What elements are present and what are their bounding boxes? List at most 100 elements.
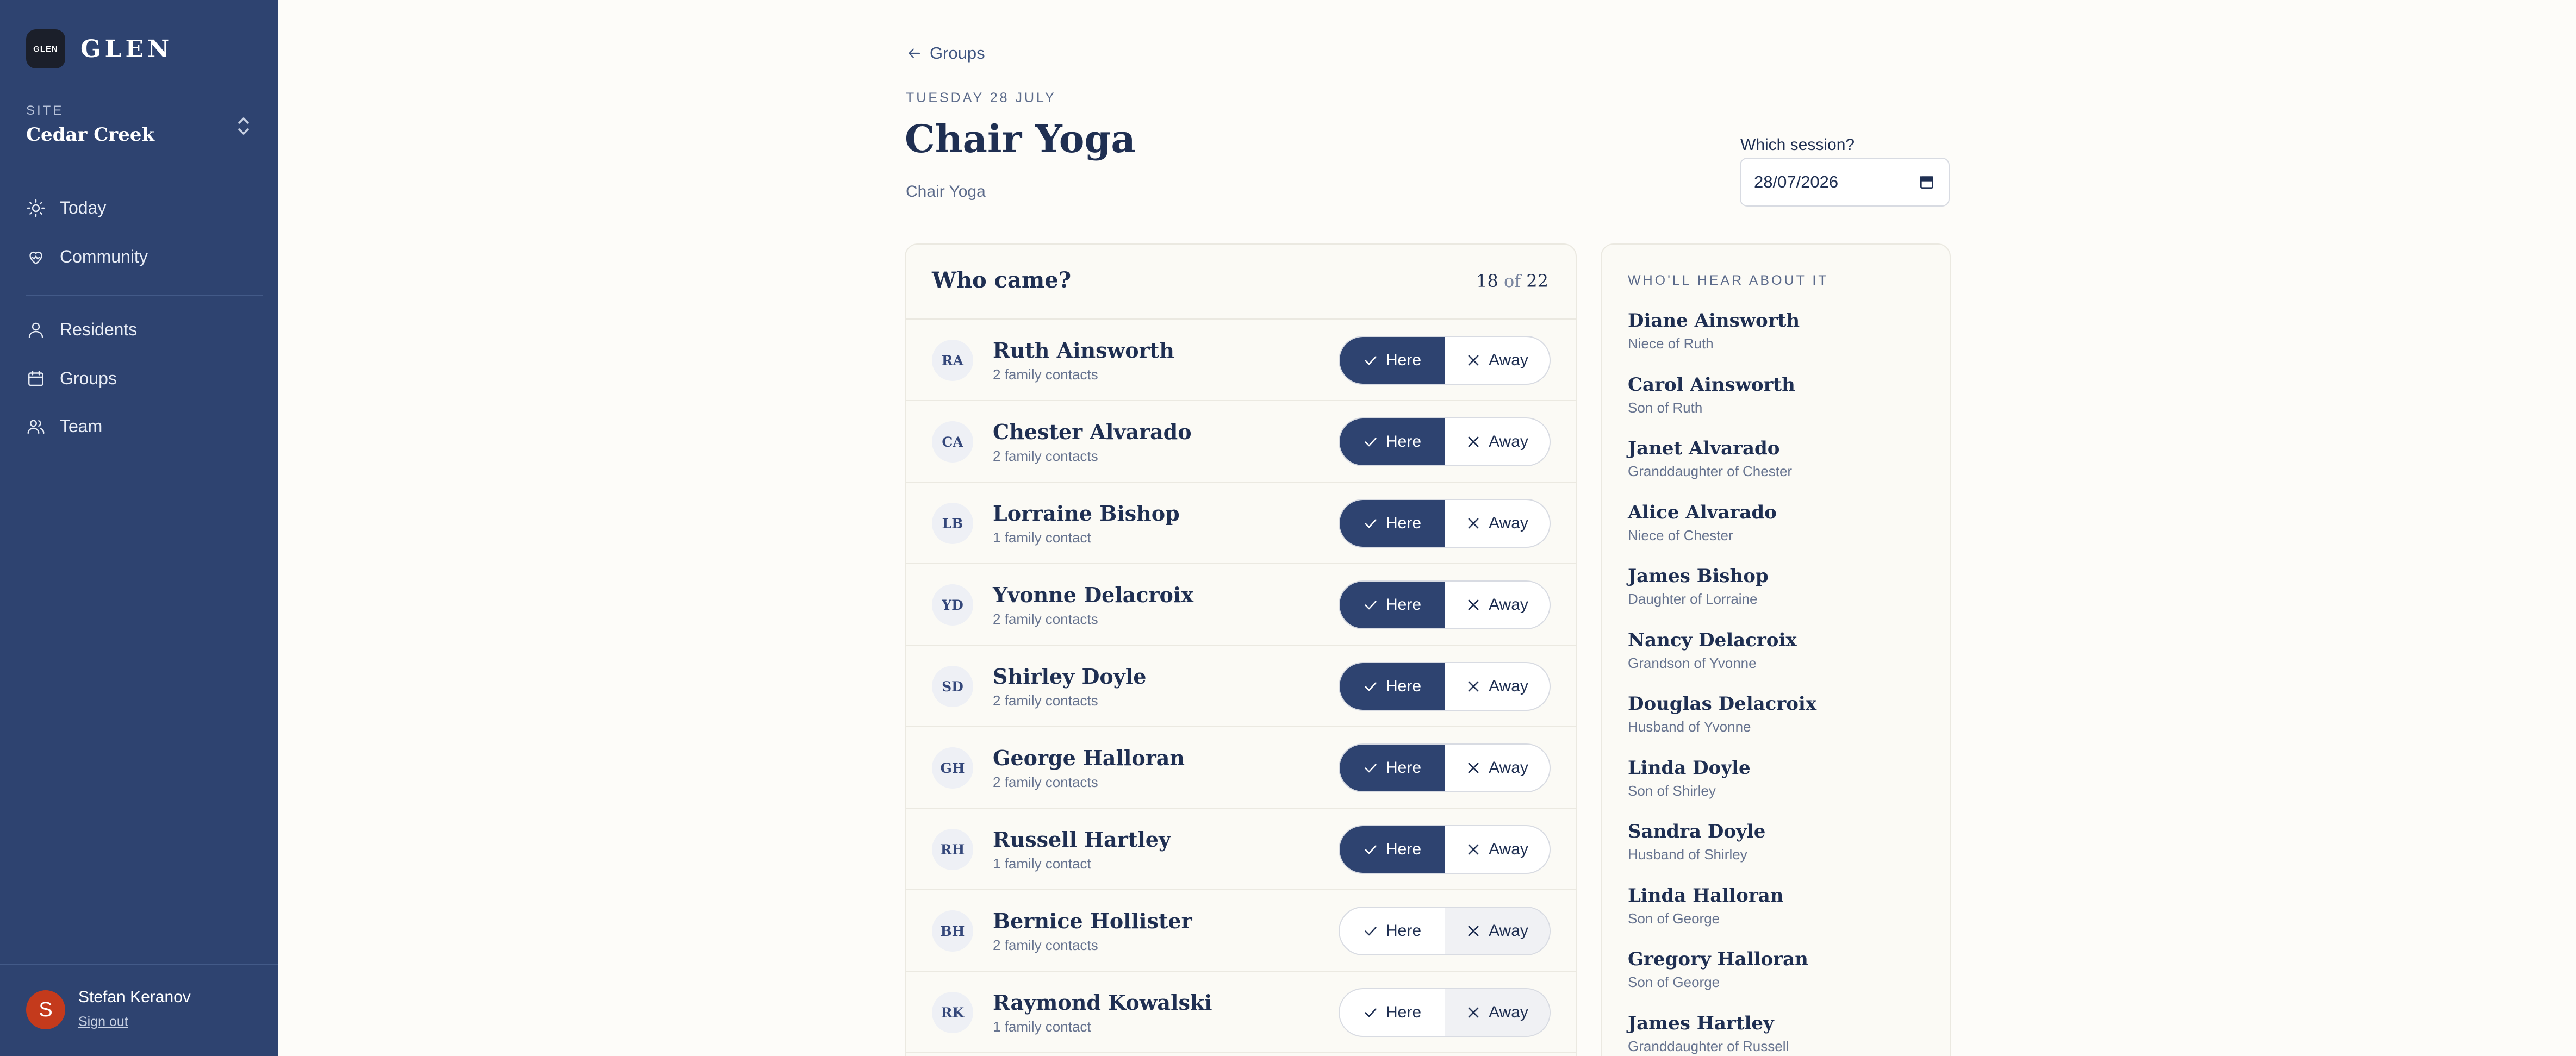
check-icon xyxy=(1365,1008,1377,1017)
sign-out-link[interactable]: Sign out xyxy=(78,1014,128,1030)
brand[interactable]: GLEN GLEN xyxy=(26,29,173,68)
contact-relation: Son of George xyxy=(1628,974,1720,990)
brand-logo: GLEN xyxy=(26,29,65,68)
contact-name: Linda Halloran xyxy=(1628,884,1784,907)
nav-item-residents[interactable]: Residents xyxy=(26,320,137,340)
attendance-total: 22 xyxy=(1526,271,1548,291)
back-link[interactable]: Groups xyxy=(906,43,985,63)
contact-name: Gregory Halloran xyxy=(1628,948,1808,970)
nav-item-today[interactable]: Today xyxy=(26,198,106,218)
here-button[interactable]: Here xyxy=(1340,663,1445,710)
here-button[interactable]: Here xyxy=(1340,908,1445,954)
resident-name[interactable]: Shirley Doyle xyxy=(993,664,1146,689)
away-button[interactable]: Away xyxy=(1445,908,1550,954)
attendance-card: Who came? 18 of 22 RA Ruth Ainsworth 2 fam… xyxy=(905,243,1577,1056)
here-button[interactable]: Here xyxy=(1340,989,1445,1036)
here-label: Here xyxy=(1385,840,1422,858)
away-button[interactable]: Away xyxy=(1445,582,1550,628)
contact-name: James Bishop xyxy=(1628,565,1769,587)
attendance-toggle: Here Away xyxy=(1339,825,1551,874)
user-name: Stefan Keranov xyxy=(78,988,191,1006)
contact-item: Diane Ainsworth Niece of Ruth xyxy=(1628,309,1816,373)
contact-list: Diane Ainsworth Niece of Ruth Carol Ainswo… xyxy=(1628,309,1816,1056)
back-link-label: Groups xyxy=(930,43,985,63)
here-label: Here xyxy=(1385,596,1422,614)
avatar[interactable]: S xyxy=(26,990,65,1029)
away-button[interactable]: Away xyxy=(1445,826,1550,873)
resident-name[interactable]: Bernice Hollister xyxy=(993,909,1192,933)
here-label: Here xyxy=(1385,351,1422,369)
resident-name[interactable]: Lorraine Bishop xyxy=(993,501,1180,526)
away-button[interactable]: Away xyxy=(1445,500,1550,547)
resident-row: LB Lorraine Bishop 1 family contact Here Awa… xyxy=(906,483,1576,564)
resident-initials: SD xyxy=(932,666,973,707)
contact-item: Carol Ainsworth Son of Ruth xyxy=(1628,373,1816,437)
attendance-toggle: Here Away xyxy=(1339,743,1551,792)
here-label: Here xyxy=(1385,433,1422,451)
nav-label-community: Community xyxy=(60,247,148,266)
resident-row: GH George Halloran 2 family contacts Here Aw… xyxy=(906,727,1576,809)
resident-contacts: 1 family contact xyxy=(993,529,1091,546)
contact-relation: Husband of Shirley xyxy=(1628,846,1747,863)
check-icon xyxy=(1365,438,1377,447)
here-button[interactable]: Here xyxy=(1340,500,1445,547)
users-icon xyxy=(27,420,45,434)
resident-row: CA Chester Alvarado 2 family contacts Here A… xyxy=(906,401,1576,483)
contact-relation: Son of George xyxy=(1628,910,1720,927)
attendance-toggle: Here Away xyxy=(1339,417,1551,466)
chevron-up-down-icon[interactable] xyxy=(236,115,251,137)
away-button[interactable]: Away xyxy=(1445,989,1550,1036)
attendance-present: 18 xyxy=(1476,271,1498,291)
resident-name[interactable]: George Halloran xyxy=(993,746,1185,770)
nav-item-groups[interactable]: Groups xyxy=(26,368,117,389)
resident-row: BH Bernice Hollister 2 family contacts Here… xyxy=(906,890,1576,972)
resident-contacts: 2 family contacts xyxy=(993,448,1098,464)
here-button[interactable]: Here xyxy=(1340,582,1445,628)
resident-name[interactable]: Raymond Kowalski xyxy=(993,990,1212,1015)
heart-hands-icon xyxy=(29,251,42,264)
resident-row: RK Raymond Kowalski 1 family contact Here Aw… xyxy=(906,972,1576,1053)
session-label: Which session? xyxy=(1740,136,1855,154)
away-button[interactable]: Away xyxy=(1445,745,1550,791)
attendance-toggle: Here Away xyxy=(1339,907,1551,955)
nav-label-today: Today xyxy=(60,198,107,217)
here-button[interactable]: Here xyxy=(1340,826,1445,873)
here-label: Here xyxy=(1385,922,1422,940)
resident-contacts: 1 family contact xyxy=(993,1018,1091,1035)
calendar-icon[interactable] xyxy=(1918,173,1936,191)
nav-item-team[interactable]: Team xyxy=(26,416,102,436)
contact-relation: Son of Ruth xyxy=(1628,399,1703,416)
contact-item: Linda Halloran Son of George xyxy=(1628,884,1816,948)
contact-name: Linda Doyle xyxy=(1628,757,1751,779)
away-button[interactable]: Away xyxy=(1445,663,1550,710)
person-icon xyxy=(28,322,43,338)
resident-name[interactable]: Chester Alvarado xyxy=(993,420,1192,444)
resident-row: SD Shirley Doyle 2 family contacts Here Away xyxy=(906,646,1576,727)
away-button[interactable]: Away xyxy=(1445,418,1550,465)
resident-name[interactable]: Ruth Ainsworth xyxy=(993,338,1174,363)
resident-row: RH Russell Hartley 1 family contact Here Awa… xyxy=(906,809,1576,890)
resident-contacts: 2 family contacts xyxy=(993,611,1098,627)
x-icon xyxy=(1468,926,1479,936)
contact-relation: Son of Shirley xyxy=(1628,782,1716,799)
resident-name[interactable]: Russell Hartley xyxy=(993,827,1171,852)
page-subtitle: Chair Yoga xyxy=(906,183,986,201)
here-button[interactable]: Here xyxy=(1340,418,1445,465)
session-date-input[interactable]: 28/07/2026 xyxy=(1740,158,1950,207)
contact-item: Sandra Doyle Husband of Shirley xyxy=(1628,820,1816,884)
resident-contacts: 2 family contacts xyxy=(993,774,1098,790)
nav-label-groups: Groups xyxy=(60,368,117,388)
here-button[interactable]: Here xyxy=(1340,745,1445,791)
sun-icon xyxy=(27,199,45,217)
resident-name[interactable]: Yvonne Delacroix xyxy=(993,583,1193,607)
nav-item-community[interactable]: Community xyxy=(26,247,148,267)
contact-item: Nancy Delacroix Grandson of Yvonne xyxy=(1628,628,1816,692)
check-icon xyxy=(1365,601,1377,610)
attendance-toggle: Here Away xyxy=(1339,580,1551,629)
away-button[interactable]: Away xyxy=(1445,337,1550,384)
contact-relation: Husband of Yvonne xyxy=(1628,718,1751,735)
here-button[interactable]: Here xyxy=(1340,337,1445,384)
resident-contacts: 2 family contacts xyxy=(993,937,1098,953)
site-name[interactable]: Cedar Creek xyxy=(26,124,154,146)
notify-title: WHO'LL HEAR ABOUT IT xyxy=(1628,273,1829,288)
